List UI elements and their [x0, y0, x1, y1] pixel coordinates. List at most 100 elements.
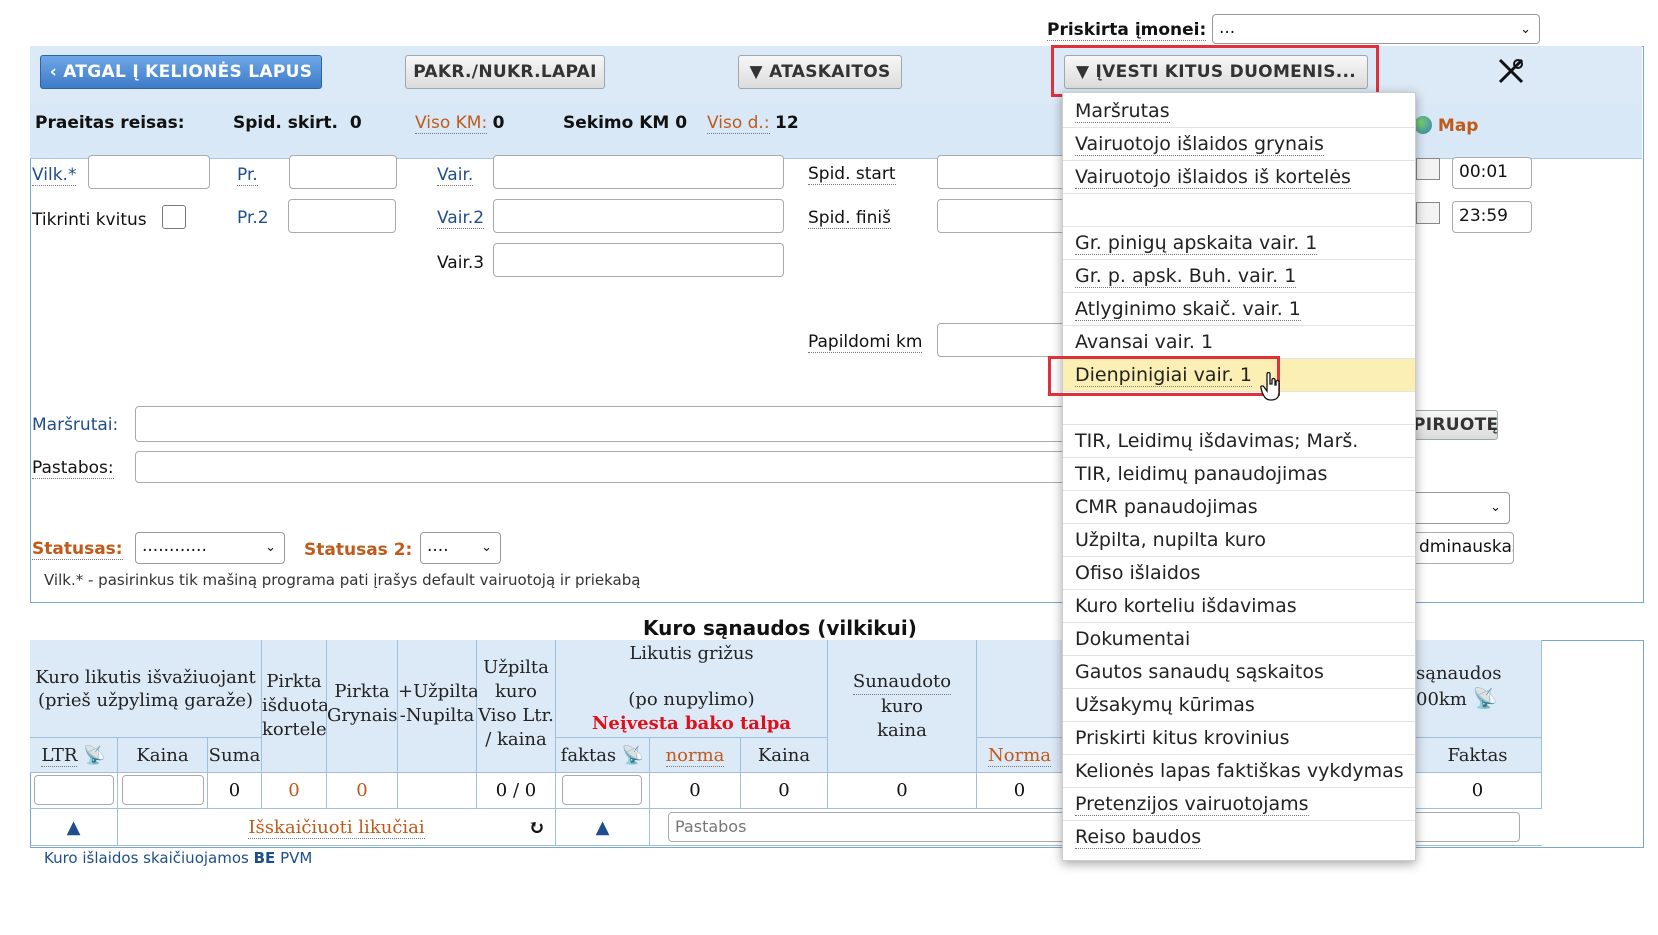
calc-remainders-link[interactable]: Išskaičiuoti likučiai [248, 817, 425, 839]
trailer-input[interactable] [289, 155, 397, 189]
status-label: Statusas: [32, 539, 123, 560]
highlight-box [1048, 356, 1280, 396]
satellite-icon: 📡 [1472, 686, 1498, 710]
fuel-header-consumption: sąnaudos 00km 📡 [1414, 640, 1542, 738]
driver2-label[interactable]: Vair.2 [437, 208, 485, 229]
sum-header: Suma [208, 738, 262, 773]
ltr-header: LTR 📡 [30, 738, 118, 773]
time-end-input[interactable]: 23:59 [1452, 201, 1532, 233]
fuel-header-return: Likutis grižus (po nupylimo) Neįvesta ba… [556, 640, 828, 738]
refresh-icon[interactable]: ↻ [528, 809, 545, 846]
chevron-down-icon: ⌄ [481, 540, 492, 555]
fuel-header-blank [977, 640, 1063, 738]
menu-item-fuel-poured[interactable]: Užpilta, nupilta kuro [1063, 524, 1415, 557]
menu-item-route[interactable]: Maršrutas [1063, 95, 1415, 128]
menu-item-received-invoices[interactable]: Gautos sanaudų sąskaitos [1063, 656, 1415, 689]
tools-icon[interactable] [1496, 56, 1526, 86]
extra-km-label: Papildomi km [808, 332, 923, 353]
reports-button[interactable]: ▼ ATASKAITOS [738, 55, 902, 89]
chevron-left-icon: ‹ [49, 62, 58, 82]
fuel-footnote: Kuro išlaidos skaičiuojamos BE PVM [44, 849, 313, 867]
user-input[interactable]: dminauskas [1412, 532, 1514, 564]
status2-select[interactable]: .... ⌄ [420, 532, 501, 564]
ltr-input[interactable] [34, 775, 114, 805]
expand-up-icon[interactable]: ▲ [30, 809, 118, 846]
fact-header: faktas 📡 [556, 738, 650, 773]
company-select-value: ... [1219, 18, 1236, 38]
price-input[interactable] [122, 775, 204, 805]
time-start-input[interactable]: 00:01 [1452, 157, 1532, 189]
truck-input[interactable] [88, 155, 210, 189]
expand-up-icon[interactable]: ▲ [556, 809, 650, 846]
fact-input[interactable] [562, 775, 642, 805]
status-select[interactable]: ............ ⌄ [135, 532, 285, 564]
driver-label[interactable]: Vair. [437, 165, 474, 186]
driver2-input[interactable] [493, 199, 784, 233]
menu-item-driver-claims[interactable]: Pretenzijos vairuotojams [1063, 788, 1415, 821]
calendar-icon[interactable] [1416, 202, 1440, 224]
menu-item-actual-execution[interactable]: Kelionės lapas faktiškas vykdymas [1063, 755, 1415, 788]
fuel-header-pour: +Užpilta -Nupilta [398, 640, 479, 773]
menu-item-order-creation[interactable]: Užsakymų kūrimas [1063, 689, 1415, 722]
sum-value: 0 [208, 773, 262, 809]
loading-sheets-button[interactable]: PAKR./NUKR.LAPAI [405, 55, 605, 89]
menu-item-tir-issue[interactable]: TIR, Leidimų išdavimas; Marš. [1063, 425, 1415, 458]
extra-select[interactable]: ⌄ [1412, 492, 1510, 524]
hand-cursor-icon [1260, 371, 1282, 402]
trailer-label[interactable]: Pr. [237, 165, 258, 186]
tracking-km: Sekimo KM 0 [563, 113, 688, 133]
triangle-down-icon: ▼ [749, 62, 763, 82]
assigned-label: Priskirta įmonei: [1047, 20, 1207, 41]
routes-input[interactable] [135, 406, 1070, 442]
calendar-icon[interactable] [1416, 158, 1440, 180]
menu-item-tir-usage[interactable]: TIR, leidimų panaudojimas [1063, 458, 1415, 491]
speed-finish-input[interactable] [937, 199, 1067, 233]
price2-header: Kaina [741, 738, 828, 773]
ltr-cell [30, 773, 118, 809]
norm-header: norma [650, 738, 741, 773]
highlight-box [1051, 45, 1379, 97]
driver-input[interactable] [493, 155, 784, 189]
extra-km-input[interactable] [937, 323, 1067, 357]
chevron-down-icon: ⌄ [1490, 500, 1501, 515]
menu-item-advances[interactable]: Avansai vair. 1 [1063, 326, 1415, 359]
menu-item-office-expenses[interactable]: Ofiso išlaidos [1063, 557, 1415, 590]
speed-start-input[interactable] [937, 155, 1067, 189]
fuel-header-card: Pirkta išduota kortele [262, 640, 329, 773]
menu-item-fuel-card-issue[interactable]: Kuro korteliu išdavimas [1063, 590, 1415, 623]
norm2-header: Norma [977, 738, 1063, 773]
menu-separator [1063, 392, 1415, 425]
trailer2-label: Pr.2 [237, 208, 269, 228]
satellite-icon: 📡 [83, 745, 106, 766]
driver3-input[interactable] [493, 243, 784, 277]
previous-trip-label: Praeitas reisas: [35, 113, 185, 133]
cash-value: 0 [327, 773, 398, 809]
menu-item-documents[interactable]: Dokumentai [1063, 623, 1415, 656]
check-receipts-checkbox[interactable] [162, 205, 186, 229]
company-select[interactable]: ... ⌄ [1212, 14, 1540, 44]
fact2-value: 0 [1414, 773, 1542, 809]
price-header: Kaina [118, 738, 208, 773]
calc-remainders-cell: Išskaičiuoti likučiai ↻ [118, 809, 556, 846]
used-value: 0 [828, 773, 977, 809]
menu-item-cash-accounting[interactable]: Gr. pinigų apskaita vair. 1 [1063, 227, 1415, 260]
menu-item-driver-cash-expenses[interactable]: Vairuotojo išlaidos grynais [1063, 128, 1415, 161]
copy-route-button[interactable]: PIRUOTĘ [1412, 410, 1498, 440]
menu-item-cash-accounting-buh[interactable]: Gr. p. apsk. Buh. vair. 1 [1063, 260, 1415, 293]
menu-item-driver-card-expenses[interactable]: Vairuotojo išlaidos iš kortelės [1063, 161, 1415, 194]
menu-separator [1063, 194, 1415, 227]
back-to-trips-button[interactable]: ‹ ATGAL Į KELIONĖS LAPUS [40, 55, 322, 89]
routes-label: Maršrutai: [32, 415, 119, 435]
menu-item-cmr-usage[interactable]: CMR panaudojimas [1063, 491, 1415, 524]
map-link[interactable]: Map [1414, 116, 1478, 136]
menu-item-salary-calc[interactable]: Atlyginimo skaič. vair. 1 [1063, 293, 1415, 326]
menu-item-assign-cargo[interactable]: Priskirti kitus krovinius [1063, 722, 1415, 755]
satellite-icon: 📡 [621, 745, 645, 766]
trailer2-input[interactable] [288, 199, 396, 233]
speed-diff: Spid. skirt. 0 [233, 113, 362, 133]
notes-label: Pastabos: [32, 458, 114, 479]
notes-input[interactable] [135, 451, 1070, 483]
total-days: Viso d.: 12 [707, 113, 799, 134]
menu-item-trip-fines[interactable]: Reiso baudos [1063, 821, 1415, 854]
truck-label[interactable]: Vilk.* [32, 165, 77, 186]
